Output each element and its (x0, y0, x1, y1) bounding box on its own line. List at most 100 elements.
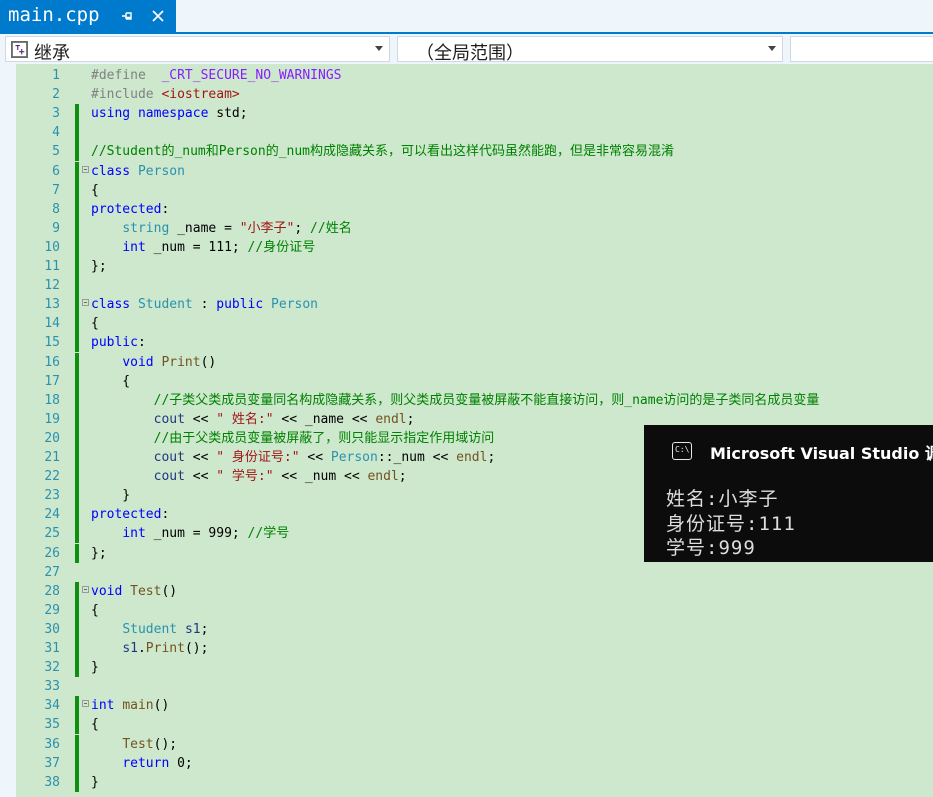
line-number: 25 (44, 526, 60, 542)
code-token: //子类父类成员变量同名构成隐藏关系，则父类成员变量被屏蔽不能直接访问，则_na… (153, 392, 820, 408)
code-token: 0; (169, 755, 193, 771)
code-token: endl (367, 469, 399, 485)
code-line[interactable]: 36 Test(); (0, 734, 933, 754)
change-indicator (75, 543, 79, 563)
code-token: namespace (137, 106, 209, 122)
code-token: #define (91, 68, 162, 83)
code-text: int _num = 111; //身份证号 (91, 238, 315, 257)
line-number: 6 (52, 163, 60, 179)
code-line[interactable]: 8 protected: (0, 199, 933, 219)
code-text: int main() (91, 696, 169, 715)
code-line[interactable]: 9 string _name = "小李子"; //姓名 (0, 218, 933, 238)
code-token: << (184, 450, 217, 465)
code-token: " 姓名:" (216, 411, 274, 427)
line-number: 16 (44, 354, 60, 370)
code-line[interactable]: 2 #include <iostream> (0, 85, 933, 104)
change-indicator (75, 448, 79, 467)
code-line[interactable]: 15 public: (0, 333, 933, 353)
member-dropdown[interactable] (790, 36, 933, 62)
code-token: cout (153, 469, 185, 485)
code-line[interactable]: 30 Student s1; (0, 619, 933, 639)
code-line[interactable]: 35 { (0, 715, 933, 735)
code-token: }; (91, 545, 107, 561)
global-scope-label: （全局范围） (416, 43, 524, 64)
line-number: 18 (44, 392, 60, 408)
line-number: 12 (44, 278, 60, 294)
code-line[interactable]: 38} (0, 772, 933, 792)
console-window[interactable]: C:\ Microsoft Visual Studio 调试 姓名:小李子 身份… (644, 425, 933, 562)
code-line[interactable]: 6 class Person (0, 161, 933, 181)
code-token: { (91, 602, 99, 618)
code-token: () (153, 698, 170, 714)
code-line[interactable]: 3 using namespace std; (0, 104, 933, 124)
change-indicator (75, 753, 79, 773)
code-token: ; (487, 450, 496, 465)
collapse-icon[interactable] (82, 299, 89, 307)
code-text: //Student的_num和Person的_num构成隐藏关系，可以看出这样代… (91, 142, 674, 161)
code-line[interactable]: 29 { (0, 600, 933, 620)
code-line[interactable]: 11}; (0, 257, 933, 276)
line-number: 32 (44, 660, 60, 676)
code-token: }; (91, 259, 107, 274)
global-scope-dropdown[interactable]: （全局范围） (397, 36, 783, 64)
code-line[interactable]: 13 class Student : public Person (0, 295, 933, 315)
code-line[interactable]: 12 (0, 276, 933, 296)
line-number: 26 (44, 545, 60, 561)
change-indicator (75, 734, 79, 754)
console-output-line: 学号:999 (666, 537, 756, 559)
code-line[interactable]: 1 #define _CRT_SECURE_NO_WARNINGS (0, 66, 933, 85)
code-line[interactable]: 17 { (0, 371, 933, 391)
code-token: string (122, 220, 170, 236)
code-token: ; (294, 220, 311, 236)
code-text: public: (91, 333, 146, 352)
code-line[interactable]: 4 (0, 123, 933, 143)
code-line[interactable]: 32} (0, 658, 933, 678)
code-line[interactable]: 7{ (0, 180, 933, 200)
code-text: cout << " 身份证号:" << Person::_num << endl… (91, 448, 496, 467)
code-line[interactable]: 16 void Print() (0, 352, 933, 372)
collapse-icon[interactable] (82, 165, 89, 173)
code-line[interactable]: 10 int _num = 111; //身份证号 (0, 237, 933, 257)
tab-title: main.cpp (8, 4, 100, 26)
code-line[interactable]: 37 return 0; (0, 753, 933, 773)
change-indicator (75, 295, 79, 315)
code-token: _name = (169, 220, 240, 236)
collapse-icon[interactable] (82, 700, 89, 708)
close-icon[interactable] (150, 8, 166, 24)
code-line[interactable]: 28 void Test() (0, 581, 933, 601)
code-token: std; (208, 106, 248, 122)
code-line[interactable]: 34 int main() (0, 696, 933, 716)
code-line[interactable]: 5 //Student的_num和Person的_num构成隐藏关系，可以看出这样… (0, 142, 933, 162)
pin-icon[interactable] (120, 9, 134, 23)
code-line[interactable]: 18 //子类父类成员变量同名构成隐藏关系，则父类成员变量被屏蔽不能直接访问，则… (0, 390, 933, 410)
class-scope-icon (11, 41, 28, 58)
code-token: main (122, 698, 154, 714)
code-token: ; (398, 469, 407, 485)
project-scope-label: 继承 (34, 43, 70, 64)
line-number: 17 (44, 373, 60, 389)
tab-main-cpp[interactable]: main.cpp (0, 0, 176, 32)
line-number: 5 (52, 144, 60, 160)
code-token: s1 (122, 641, 138, 656)
code-line[interactable]: 33 (0, 677, 933, 696)
project-scope-dropdown[interactable]: 继承 (5, 36, 390, 64)
code-token: : (161, 201, 170, 217)
code-token: () (200, 354, 217, 370)
code-token: int (122, 239, 146, 255)
console-output-line: 身份证号:111 (666, 513, 796, 535)
code-line[interactable]: 31 s1.Print(); (0, 639, 933, 658)
code-line[interactable]: 27 (0, 563, 933, 582)
line-number: 33 (44, 679, 60, 695)
code-text: s1.Print(); (91, 639, 208, 658)
code-line[interactable]: 14 { (0, 314, 933, 334)
code-token: _num = 999; (145, 526, 248, 542)
change-indicator (75, 600, 79, 620)
collapse-icon[interactable] (82, 585, 89, 593)
code-token: Test (122, 736, 154, 752)
